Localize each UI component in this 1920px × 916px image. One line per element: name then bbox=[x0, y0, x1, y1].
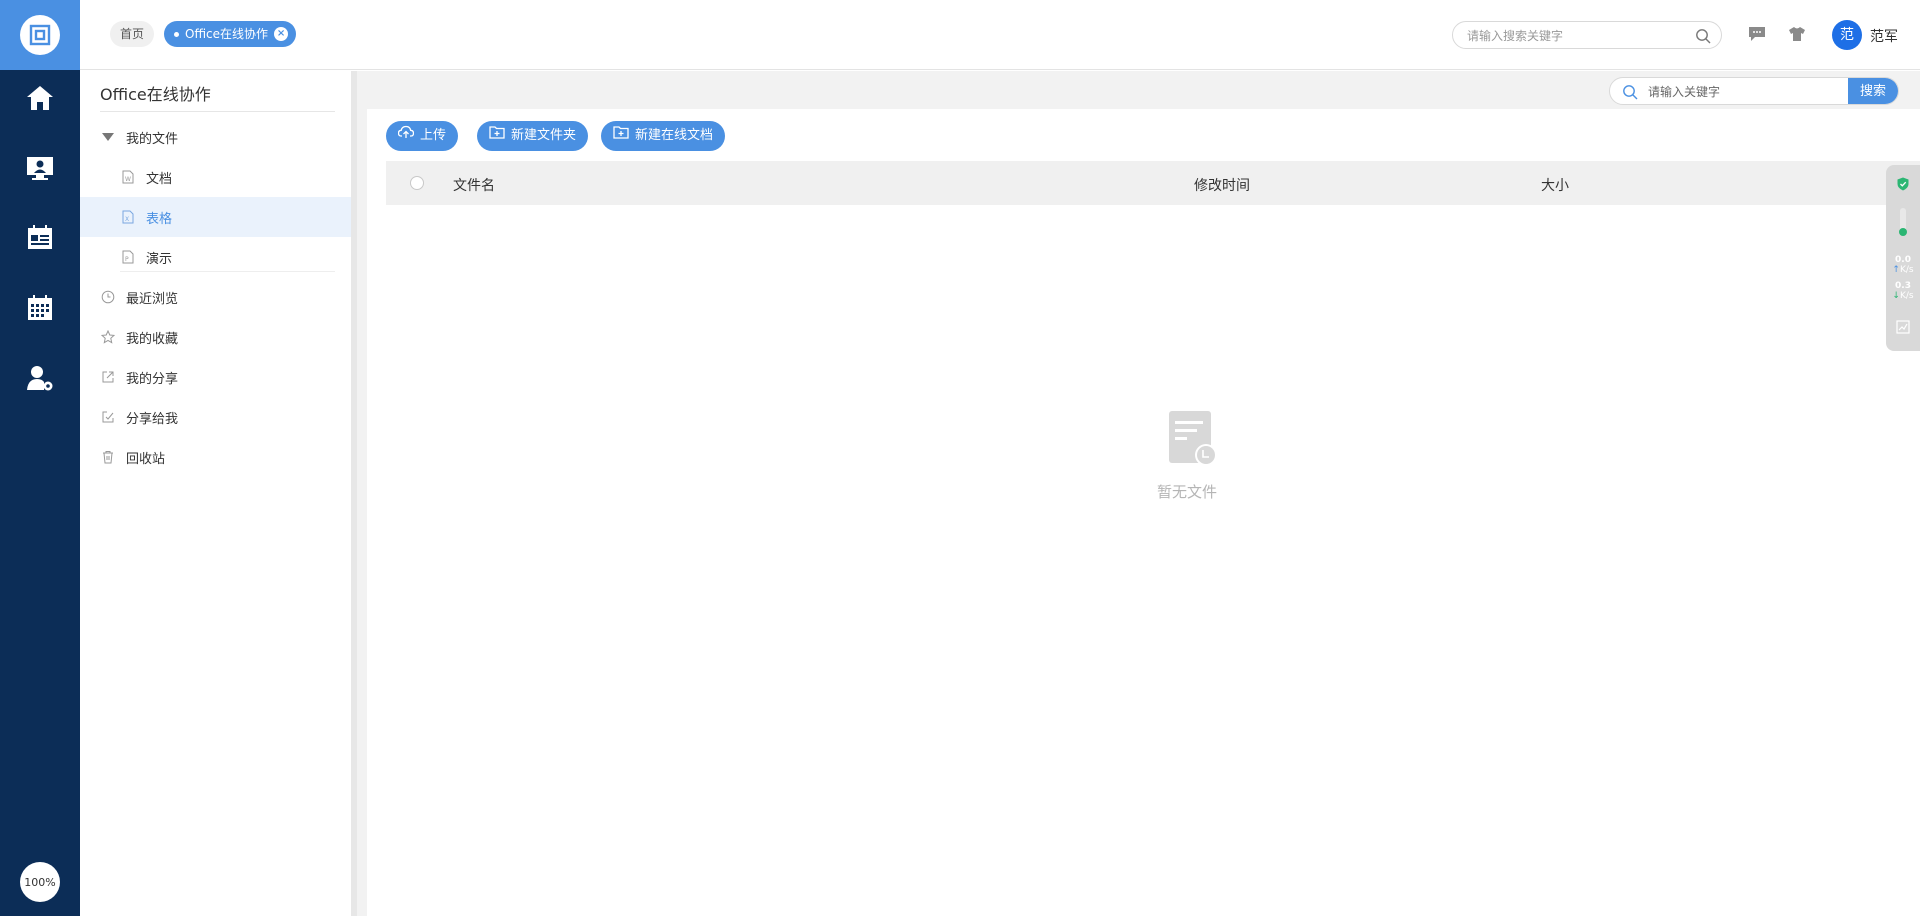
logo-icon bbox=[20, 15, 60, 55]
breadcrumb-home[interactable]: 首页 bbox=[110, 21, 155, 47]
monitor-user-icon bbox=[25, 153, 55, 187]
side-nav-title: Office在线协作 bbox=[100, 85, 211, 104]
nav-label: 最近浏览 bbox=[126, 291, 179, 307]
svg-text:W: W bbox=[125, 176, 131, 183]
rail-home[interactable] bbox=[0, 70, 80, 130]
nav-docs[interactable]: W 文档 bbox=[80, 157, 351, 197]
global-search-input[interactable] bbox=[1467, 26, 1687, 46]
home-icon bbox=[25, 83, 55, 117]
column-header-modified[interactable]: 修改时间 bbox=[1194, 175, 1250, 195]
empty-state: 暂无文件 bbox=[1127, 409, 1247, 502]
select-all-checkbox[interactable] bbox=[410, 176, 424, 190]
file-search-input[interactable] bbox=[1648, 82, 1838, 102]
floating-monitor-widget[interactable]: 0.0 ↑K/s 0.3 ↓K/s bbox=[1886, 165, 1920, 351]
nav-label: 分享给我 bbox=[126, 411, 179, 427]
side-nav: Office在线协作 我的文件 W 文档 X 表格 P 演示 最近浏览 我的收藏… bbox=[80, 71, 357, 916]
user-gear-icon bbox=[25, 363, 55, 397]
download-speed-unit: ↓K/s bbox=[1886, 291, 1920, 301]
search-icon[interactable] bbox=[1695, 28, 1711, 48]
nav-label: 我的收藏 bbox=[126, 331, 179, 347]
search-icon bbox=[1622, 84, 1638, 104]
download-speed-value: 0.3 bbox=[1895, 281, 1911, 291]
download-speed: 0.3 ↓K/s bbox=[1886, 281, 1920, 301]
theme-shirt-icon[interactable] bbox=[1787, 24, 1807, 44]
new-online-doc-label: 新建在线文档 bbox=[635, 128, 714, 143]
nav-favorites[interactable]: 我的收藏 bbox=[80, 317, 351, 357]
nav-label: 我的分享 bbox=[126, 371, 179, 387]
new-folder-label: 新建文件夹 bbox=[511, 128, 577, 143]
column-header-size[interactable]: 大小 bbox=[1541, 175, 1569, 195]
main-area: 搜索 上传 新建文件夹 新建在线文档 文件名 修改时间 大小 bbox=[357, 71, 1920, 916]
breadcrumb-tab-office[interactable]: Office在线协作 × bbox=[164, 21, 297, 47]
new-online-doc-button[interactable]: 新建在线文档 bbox=[601, 121, 726, 151]
rail-news[interactable] bbox=[0, 210, 80, 270]
svg-text:P: P bbox=[125, 256, 129, 263]
empty-file-icon bbox=[1159, 411, 1217, 475]
news-icon bbox=[25, 223, 55, 257]
nav-sheets[interactable]: X 表格 bbox=[80, 197, 351, 237]
nav-my-files[interactable]: 我的文件 bbox=[80, 117, 351, 157]
memory-gauge-icon bbox=[1886, 207, 1920, 240]
file-panel: 上传 新建文件夹 新建在线文档 文件名 修改时间 大小 暂无文件 bbox=[367, 109, 1920, 916]
upload-label: 上传 bbox=[420, 128, 447, 143]
app-logo[interactable] bbox=[0, 0, 80, 70]
chart-icon[interactable] bbox=[1886, 320, 1920, 337]
folder-plus-icon bbox=[613, 121, 629, 151]
app-rail: 100% bbox=[0, 0, 80, 916]
divider bbox=[100, 111, 335, 112]
file-table-header: 文件名 修改时间 大小 bbox=[386, 161, 1920, 205]
nav-my-shares[interactable]: 我的分享 bbox=[80, 357, 351, 397]
nav-label: 文档 bbox=[146, 171, 173, 187]
caret-down-icon bbox=[100, 129, 116, 145]
zoom-indicator[interactable]: 100% bbox=[20, 862, 60, 902]
cloud-upload-icon bbox=[397, 121, 415, 151]
upload-speed-unit: ↑K/s bbox=[1886, 265, 1920, 275]
shield-check-icon bbox=[1886, 177, 1920, 194]
close-icon[interactable]: × bbox=[274, 27, 289, 41]
arrow-down-icon: ↓ bbox=[1892, 291, 1900, 301]
arrow-up-icon: ↑ bbox=[1892, 265, 1900, 275]
upload-button[interactable]: 上传 bbox=[386, 121, 459, 151]
nav-label: 我的文件 bbox=[126, 131, 179, 147]
new-folder-button[interactable]: 新建文件夹 bbox=[477, 121, 589, 151]
clock-icon bbox=[100, 289, 116, 305]
rail-meeting[interactable] bbox=[0, 140, 80, 200]
global-search bbox=[1452, 21, 1722, 49]
word-file-icon: W bbox=[120, 169, 136, 185]
nav-label: 表格 bbox=[146, 211, 173, 227]
trash-icon bbox=[100, 449, 116, 465]
folder-plus-icon bbox=[489, 121, 505, 151]
upload-speed: 0.0 ↑K/s bbox=[1886, 255, 1920, 275]
calendar-icon bbox=[25, 293, 55, 327]
star-icon bbox=[100, 329, 116, 345]
empty-state-label: 暂无文件 bbox=[1156, 483, 1217, 501]
message-icon[interactable] bbox=[1747, 24, 1767, 44]
nav-label: 回收站 bbox=[126, 451, 166, 467]
breadcrumb-tab-label: Office在线协作 bbox=[185, 27, 269, 41]
nav-recent[interactable]: 最近浏览 bbox=[80, 277, 351, 317]
svg-text:X: X bbox=[125, 216, 129, 223]
avatar[interactable]: 范 bbox=[1832, 20, 1862, 50]
rail-calendar[interactable] bbox=[0, 280, 80, 340]
nav-trash[interactable]: 回收站 bbox=[80, 437, 351, 477]
user-name[interactable]: 范军 bbox=[1870, 26, 1898, 46]
divider bbox=[120, 271, 335, 272]
file-search: 搜索 bbox=[1609, 77, 1899, 105]
share-out-icon bbox=[100, 369, 116, 385]
nav-shared-with-me[interactable]: 分享给我 bbox=[80, 397, 351, 437]
ppt-file-icon: P bbox=[120, 249, 136, 265]
top-bar: 首页 Office在线协作 × 范 范军 bbox=[80, 0, 1920, 70]
active-dot bbox=[174, 31, 179, 37]
upload-speed-unit-label: K/s bbox=[1899, 265, 1914, 275]
upload-speed-value: 0.0 bbox=[1895, 255, 1911, 265]
download-speed-unit-label: K/s bbox=[1899, 291, 1914, 301]
column-header-name[interactable]: 文件名 bbox=[453, 175, 495, 195]
share-in-icon bbox=[100, 409, 116, 425]
rail-user-settings[interactable] bbox=[0, 350, 80, 410]
excel-file-icon: X bbox=[120, 209, 136, 225]
search-button[interactable]: 搜索 bbox=[1848, 78, 1898, 104]
nav-label: 演示 bbox=[146, 251, 173, 267]
